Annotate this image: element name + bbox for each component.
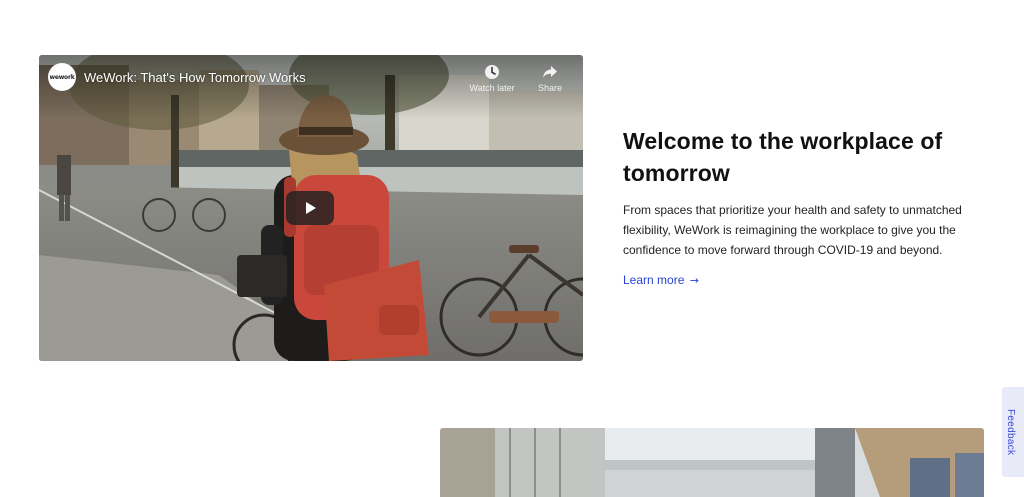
share-label: Share [537,83,563,93]
section-description: From spaces that prioritize your health … [623,203,962,257]
channel-logo[interactable]: wework [48,63,76,91]
watch-later-label: Watch later [469,83,515,93]
watch-later-button[interactable]: Watch later [468,64,516,93]
play-icon [306,202,316,214]
learn-more-link[interactable]: Learn more → [623,273,699,287]
channel-logo-text: wework [49,73,75,81]
office-building-image [440,428,984,497]
arrow-right-icon: → [689,274,699,287]
clock-icon [485,65,499,79]
share-arrow-icon [543,66,557,78]
page: wework WeWork: That's How Tomorrow Works… [0,0,1024,497]
video-player[interactable]: wework WeWork: That's How Tomorrow Works… [39,55,583,361]
section-heading: Welcome to the workplace of tomorrow [623,128,943,186]
learn-more-label: Learn more [623,273,685,287]
video-title[interactable]: WeWork: That's How Tomorrow Works [84,70,306,85]
feedback-tab[interactable]: Feedback [1002,387,1024,477]
feedback-label: Feedback [1005,409,1016,456]
share-button[interactable]: Share [526,64,574,93]
play-button[interactable] [286,191,334,225]
